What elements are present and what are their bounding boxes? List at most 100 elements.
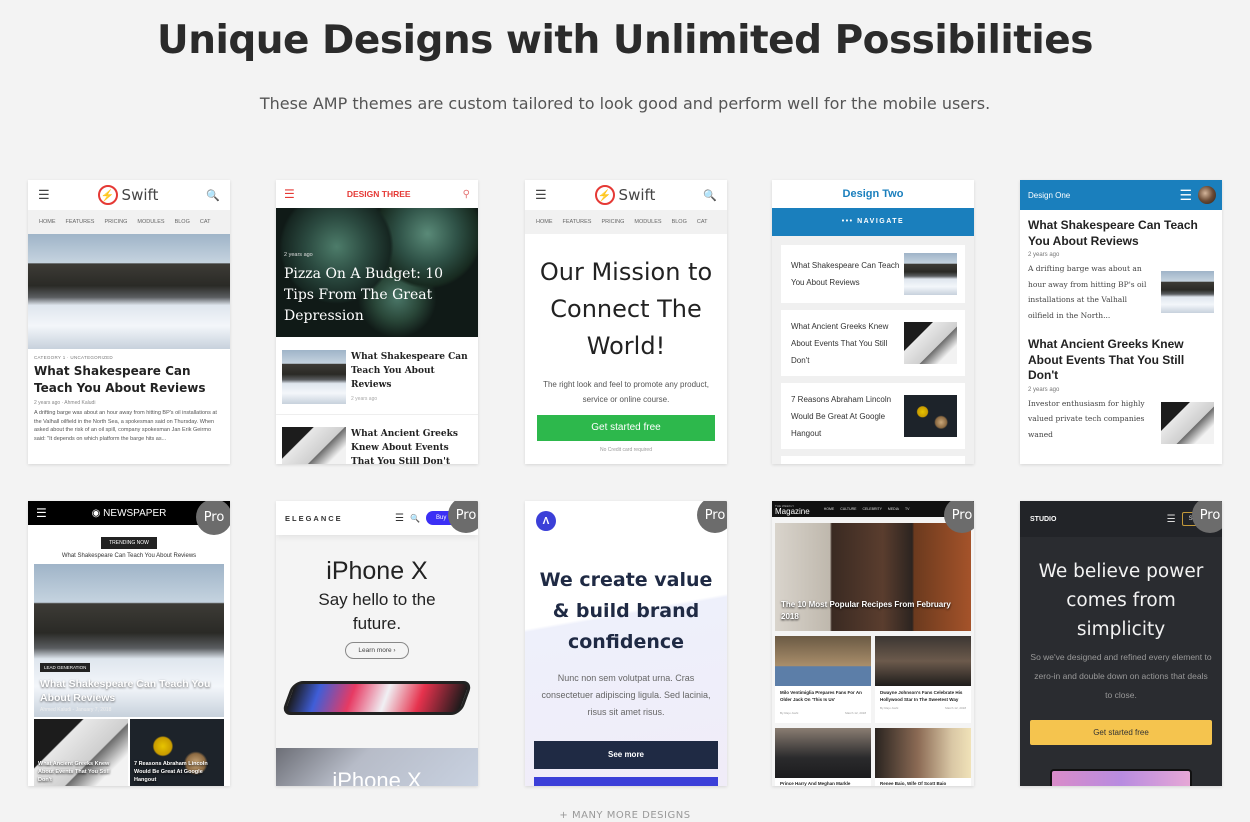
hero-meta: 2 years ago <box>284 252 313 258</box>
brand-name: Swift <box>121 186 159 204</box>
pro-badge: Pro <box>697 501 727 533</box>
nav-item[interactable]: PRICING <box>601 219 624 225</box>
theme-card-elegance[interactable]: ELEGANCE ☰ 🔍 Buy Now iPhone X Say hello … <box>276 501 478 786</box>
get-started-button[interactable]: Get started free <box>537 415 715 441</box>
get-started-button[interactable]: Get started free <box>1030 720 1212 745</box>
tile-image <box>875 728 971 778</box>
navigate-bar[interactable]: ••• NAVIGATE <box>772 208 974 236</box>
search-icon[interactable]: ⚲ <box>463 189 470 200</box>
theme-card-newspaper[interactable]: ☰ ◉ NEWSPAPER TRENDING NOW What Shakespe… <box>28 501 230 786</box>
menu-icon[interactable]: ☰ <box>395 513 404 524</box>
landing-text: The right look and feel to promote any p… <box>543 380 709 404</box>
category-tag: LEAD GENERATION <box>40 663 91 672</box>
search-icon[interactable]: 🔍 <box>703 189 717 202</box>
nav-item[interactable]: BLOG <box>175 219 190 225</box>
tile-headline: Dwayne Johnson's Fans Celebrate His Holl… <box>880 690 963 702</box>
tile[interactable]: Renee Baio, Wife Of Scott Baio <box>875 728 971 786</box>
tile[interactable]: Prince Harry And Meghan Markle <box>775 728 871 786</box>
nav-item[interactable]: TV <box>905 507 909 511</box>
device-preview <box>1050 769 1192 786</box>
nav-bar: HOME FEATURES PRICING MODULES BLOG CAT <box>28 210 230 234</box>
list-item[interactable]: 7 Reasons Abraham Lincoln Would Be Great… <box>781 383 965 449</box>
item-headline: What Shakespeare Can Teach You About Rev… <box>351 352 468 390</box>
nav-item[interactable]: CELEBRITY <box>862 507 881 511</box>
post-headline[interactable]: What Shakespeare Can Teach You About Rev… <box>1028 218 1214 249</box>
tile[interactable]: Milo Ventimiglia Prepares Fans For An Ol… <box>775 636 871 723</box>
nav-item[interactable]: HOME <box>39 219 56 225</box>
more-designs-link[interactable]: + MANY MORE DESIGNS <box>0 810 1250 821</box>
brand-name: NEWSPAPER <box>103 507 167 519</box>
theme-card-swift-landing[interactable]: ☰ ⚡ Swift 🔍 HOME FEATURES PRICING MODULE… <box>525 180 727 464</box>
thumbnail <box>904 322 957 364</box>
nav-item[interactable]: HOME <box>824 507 835 511</box>
nav-item[interactable]: CAT <box>200 219 211 225</box>
avatar[interactable] <box>1198 186 1216 204</box>
thumbnail <box>282 427 346 464</box>
theme-card-design-one[interactable]: Design One ☰ What Shakespeare Can Teach … <box>1020 180 1222 464</box>
nav-item[interactable]: MODULES <box>137 219 164 225</box>
menu-icon[interactable]: ☰ <box>1179 187 1192 204</box>
hero-headline[interactable]: Pizza On A Budget: 10 Tips From The Grea… <box>284 264 470 327</box>
page-title: Unique Designs with Unlimited Possibilit… <box>157 18 1093 63</box>
item-headline: What Ancient Greeks Knew About Events Th… <box>351 429 458 464</box>
tile[interactable]: Dwayne Johnson's Fans Celebrate His Holl… <box>875 636 971 723</box>
list-item[interactable]: What Shakespeare Can Teach You About Rev… <box>276 337 478 415</box>
nav-item[interactable]: MEDIA <box>888 507 899 511</box>
menu-icon[interactable]: ☰ <box>284 187 295 201</box>
hero-meta: Ahmed Kaludi - January 7, 2018 <box>40 707 112 713</box>
menu-icon[interactable]: ☰ <box>535 187 547 203</box>
nav-item[interactable]: HOME <box>536 219 553 225</box>
post-headline[interactable]: What Ancient Greeks Knew About Events Th… <box>1028 337 1214 384</box>
hero-image[interactable]: 2 years ago Pizza On A Budget: 10 Tips F… <box>276 208 478 337</box>
nav-item[interactable]: CAT <box>697 219 708 225</box>
hero-image[interactable]: LEAD GENERATION What Shakespeare Can Tea… <box>34 564 224 717</box>
nav-item[interactable]: CULTURE <box>840 507 856 511</box>
studio-text: So we've designed and refined every elem… <box>1030 652 1212 700</box>
see-more-button[interactable]: See more <box>534 741 718 769</box>
tile-image <box>875 636 971 686</box>
thumbnail <box>904 395 957 437</box>
post-excerpt: Investor enthusiasm for highly valued pr… <box>1028 398 1145 439</box>
swift-logo-icon: ⚡ <box>97 185 118 205</box>
pro-badge: Pro <box>196 501 230 535</box>
tile-date: March 12, 2018 <box>945 706 966 710</box>
trending-badge: TRENDING NOW <box>101 537 157 549</box>
list-item[interactable]: What Ancient Greeks Knew About Events Th… <box>781 310 965 376</box>
theme-card-agency[interactable]: Λ We create value & build brand confiden… <box>525 501 727 786</box>
post-meta: 2 years ago <box>1028 386 1060 393</box>
nav-item[interactable]: FEATURES <box>66 219 95 225</box>
thumbnail <box>904 253 957 295</box>
learn-more-button[interactable]: Learn more › <box>345 642 409 659</box>
list-item[interactable]: What Ancient Greeks Knew About Events Th… <box>276 415 478 464</box>
tile-headline: Prince Harry And Meghan Markle <box>780 781 851 786</box>
search-icon[interactable]: 🔍 <box>206 189 220 202</box>
theme-card-magazine[interactable]: THE WEEKLY Magazine HOME CULTURE CELEBRI… <box>772 501 974 786</box>
nav-item[interactable]: BLOG <box>672 219 687 225</box>
post-headline[interactable]: What Shakespeare Can Teach You About Rev… <box>34 363 224 397</box>
nav-item[interactable]: PRICING <box>104 219 127 225</box>
theme-card-swift-blog[interactable]: ☰ ⚡ Swift 🔍 HOME FEATURES PRICING MODULE… <box>28 180 230 464</box>
nav-item[interactable]: FEATURES <box>563 219 592 225</box>
tile[interactable]: 7 Reasons Abraham Lincoln Would Be Great… <box>130 719 224 786</box>
menu-icon[interactable]: ☰ <box>1167 514 1176 525</box>
theme-title: Design Two <box>772 180 974 208</box>
secondary-button[interactable] <box>534 777 718 786</box>
brand-name: Swift <box>618 186 656 204</box>
agency-text: Nunc non sem volutpat urna. Cras consect… <box>541 673 711 717</box>
theme-card-design-two[interactable]: Design Two ••• NAVIGATE What Shakespeare… <box>772 180 974 464</box>
page-subtitle: These AMP themes are custom tailored to … <box>259 94 991 113</box>
tile-author: By Raju Joshi <box>880 706 899 710</box>
theme-card-studio[interactable]: STUDIO ☰ Sign in We believe power comes … <box>1020 501 1222 786</box>
hero-image[interactable]: The 10 Most Popular Recipes From Februar… <box>775 523 971 631</box>
list-item[interactable]: What Shakespeare Can Teach You About Rev… <box>781 245 965 303</box>
tile[interactable]: What Ancient Greeks Knew About Events Th… <box>34 719 128 786</box>
post-excerpt: A drifting barge was about an hour away … <box>34 410 217 442</box>
brand-name: STUDIO <box>1030 515 1057 523</box>
nav-item[interactable]: MODULES <box>634 219 661 225</box>
trending-headline[interactable]: What Shakespeare Can Teach You About Rev… <box>28 553 230 559</box>
newspaper-logo-icon: ◉ <box>91 507 101 519</box>
agency-headline: We create value & build brand confidence <box>539 569 713 653</box>
menu-icon[interactable]: ☰ <box>38 187 50 203</box>
theme-card-design-three[interactable]: ☰ DESIGN THREE ⚲ 2 years ago Pizza On A … <box>276 180 478 464</box>
search-icon[interactable]: 🔍 <box>410 514 420 523</box>
